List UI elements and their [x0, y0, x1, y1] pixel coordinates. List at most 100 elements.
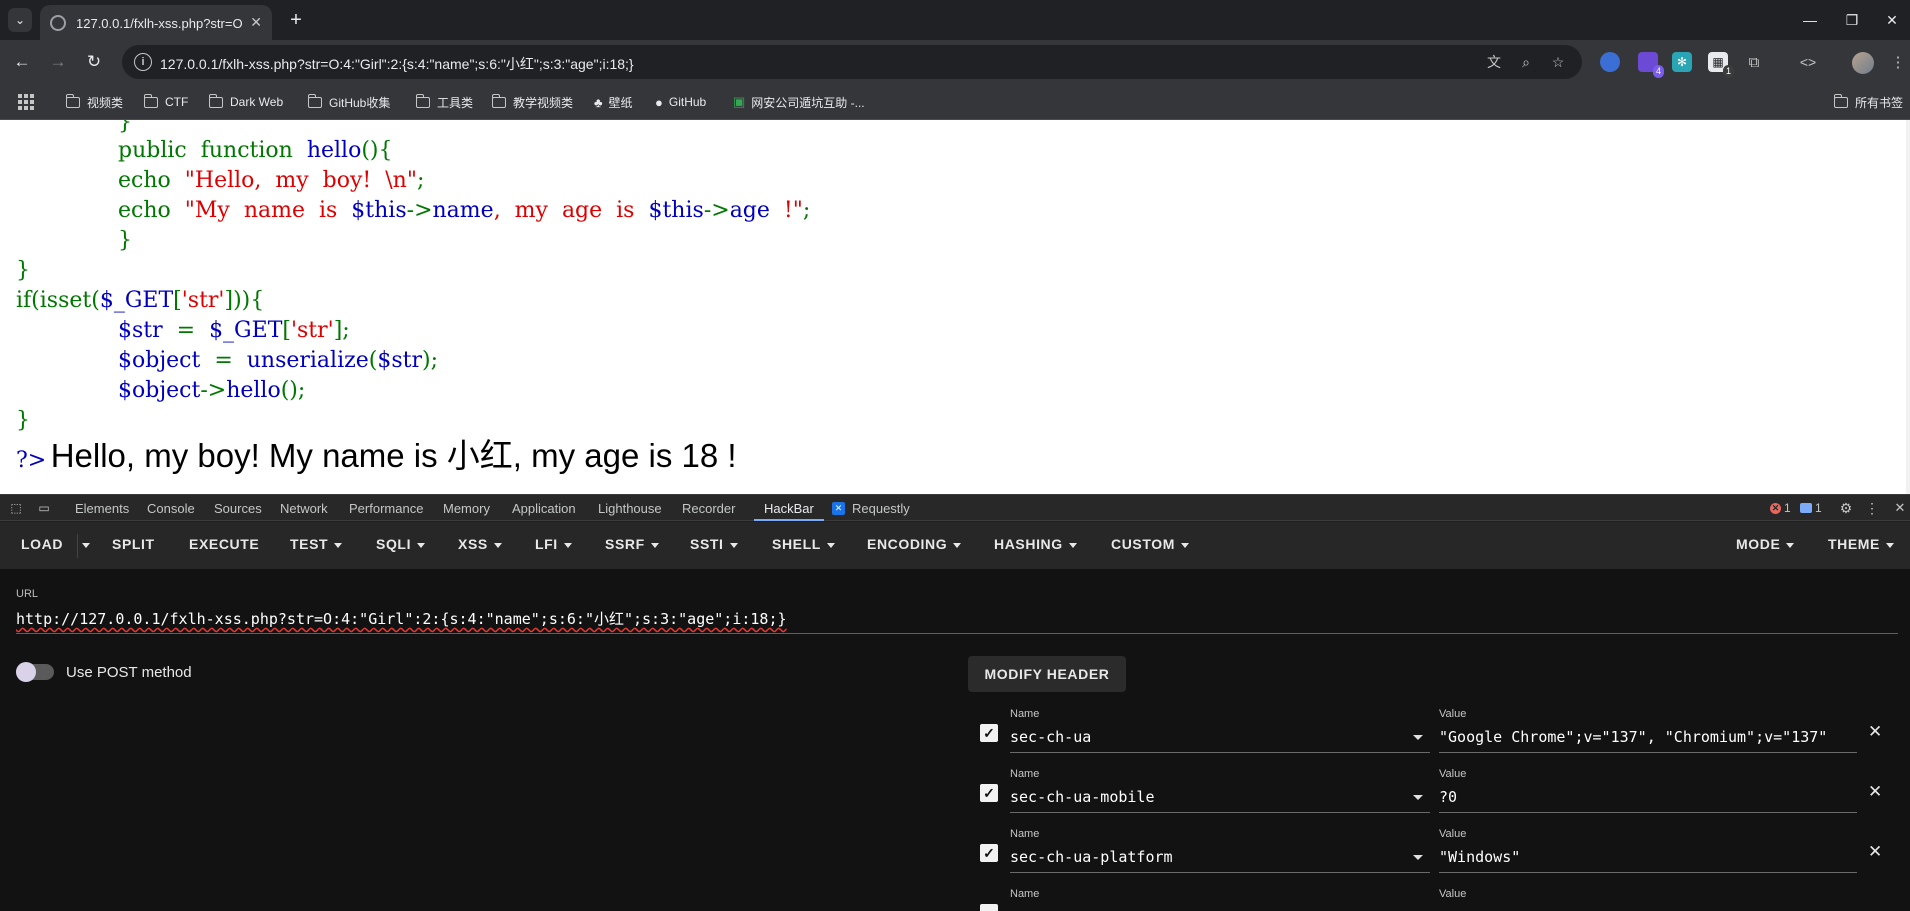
header-value-label: Value	[1439, 828, 1467, 840]
tab-requestly[interactable]: Requestly	[852, 501, 910, 516]
lfi-menu[interactable]: LFI	[535, 536, 572, 552]
header-enabled-checkbox[interactable]: ✓	[980, 844, 998, 862]
address-text[interactable]: 127.0.0.1/fxlh-xss.php?str=O:4:"Girl":2:…	[160, 54, 634, 74]
zoom-icon[interactable]: ⌕	[1516, 52, 1536, 72]
mode-menu[interactable]: MODE	[1736, 536, 1795, 552]
url-input[interactable]: http://127.0.0.1/fxlh-xss.php?str=O:4:"G…	[16, 608, 787, 629]
chevron-down-icon	[1181, 542, 1190, 548]
url-underline	[16, 633, 1898, 634]
browser-toolbar: ← → ↻ i 127.0.0.1/fxlh-xss.php?str=O:4:"…	[0, 40, 1910, 84]
remove-header-icon[interactable]: ✕	[1868, 722, 1882, 742]
hashing-menu[interactable]: HASHING	[994, 536, 1077, 552]
close-icon[interactable]: ✕	[250, 14, 262, 31]
header-name-dropdown-icon[interactable]	[1413, 735, 1423, 740]
bookmark-link[interactable]: ♣ 壁纸	[594, 93, 633, 111]
forward-arrow-icon[interactable]: →	[44, 48, 72, 76]
extension-qr-icon[interactable]: ▦ 1	[1708, 52, 1734, 78]
ssti-menu[interactable]: SSTI	[690, 536, 738, 552]
ssrf-menu[interactable]: SSRF	[605, 536, 659, 552]
address-bar[interactable]: i 127.0.0.1/fxlh-xss.php?str=O:4:"Girl":…	[122, 45, 1582, 79]
sqli-menu[interactable]: SQLI	[376, 536, 426, 552]
header-value-input[interactable]: ?0	[1439, 788, 1857, 806]
test-menu[interactable]: TEST	[290, 536, 343, 552]
shell-menu[interactable]: SHELL	[772, 536, 835, 552]
minimize-icon[interactable]: —	[1786, 0, 1834, 40]
extension-purple-icon[interactable]: 4	[1638, 52, 1664, 78]
apps-grid-icon[interactable]	[18, 94, 34, 110]
split-button[interactable]: SPLIT	[112, 536, 155, 552]
close-devtools-icon[interactable]: ✕	[1892, 500, 1908, 516]
tab-elements[interactable]: Elements	[75, 501, 129, 516]
bookmark-folder[interactable]: 工具类	[415, 93, 473, 111]
bookmark-link[interactable]: ● GitHub	[655, 93, 706, 111]
bookmark-link[interactable]: ▣ 网安公司遁坑互助 -...	[733, 93, 865, 111]
tab-search-chevron-icon[interactable]: ⌄	[8, 8, 32, 32]
bookmark-folder[interactable]: 视频类	[65, 93, 123, 111]
bookmark-folder[interactable]: CTF	[143, 93, 188, 111]
inspect-element-icon[interactable]: ⬚	[8, 500, 24, 516]
header-name-input[interactable]: sec-ch-ua	[1010, 728, 1390, 746]
tab-application[interactable]: Application	[512, 501, 576, 516]
globe-icon	[50, 14, 66, 31]
bookmark-folder[interactable]: Dark Web	[208, 93, 283, 111]
chevron-down-icon	[1886, 542, 1894, 548]
custom-menu[interactable]: CUSTOM	[1111, 536, 1190, 552]
site-info-icon[interactable]: i	[134, 53, 152, 71]
xss-menu[interactable]: XSS	[458, 536, 502, 552]
settings-gear-icon[interactable]: ⚙	[1838, 500, 1854, 516]
theme-menu[interactable]: THEME	[1828, 536, 1894, 552]
header-enabled-checkbox[interactable]: ✓	[980, 784, 998, 802]
header-enabled-checkbox[interactable]	[980, 904, 998, 911]
extension-gear-icon[interactable]: ✻	[1672, 52, 1692, 72]
header-value-input[interactable]: "Google Chrome";v="137", "Chromium";v="1…	[1439, 728, 1857, 746]
globe-extension-icon[interactable]	[1600, 52, 1620, 72]
tab-recorder[interactable]: Recorder	[682, 501, 735, 516]
tab-network[interactable]: Network	[280, 501, 328, 516]
header-value-underline	[1439, 872, 1857, 873]
header-enabled-checkbox[interactable]: ✓	[980, 724, 998, 742]
translate-icon[interactable]: 文	[1484, 52, 1504, 72]
header-value-input[interactable]: "Windows"	[1439, 848, 1857, 866]
bookmarks-bar: 视频类 CTF Dark Web GitHub收集 工具类 教学视频类 ♣ 壁纸 …	[0, 84, 1910, 120]
modify-header-button[interactable]: MODIFY HEADER	[968, 656, 1126, 692]
device-toggle-icon[interactable]: ▭	[36, 500, 52, 516]
bookmark-star-icon[interactable]: ☆	[1548, 52, 1568, 72]
more-options-icon[interactable]: ⋮	[1864, 500, 1880, 516]
bookmark-folder[interactable]: GitHub收集	[307, 93, 390, 111]
load-dropdown-icon[interactable]	[82, 536, 90, 552]
code-line: $object = unserialize($str);	[118, 348, 438, 373]
all-bookmarks[interactable]: 所有书签	[1833, 93, 1903, 111]
header-name-input[interactable]: sec-ch-ua-platform	[1010, 848, 1390, 866]
browser-tab[interactable]: 127.0.0.1/fxlh-xss.php?str=O:4:"Girl":2:…	[40, 5, 272, 40]
toggle-knob[interactable]	[16, 662, 36, 682]
profile-avatar[interactable]	[1852, 52, 1874, 74]
code-line: if(isset($_GET['str'])){	[16, 288, 265, 313]
extensions-puzzle-icon[interactable]: ⧉	[1744, 52, 1764, 72]
header-name-dropdown-icon[interactable]	[1413, 855, 1423, 860]
load-button[interactable]: LOAD	[21, 536, 63, 552]
message-icon	[1800, 503, 1812, 513]
reload-icon[interactable]: ↻	[80, 48, 108, 76]
error-counter[interactable]: ✕ 1	[1770, 501, 1791, 515]
tab-console[interactable]: Console	[147, 501, 195, 516]
message-counter[interactable]: 1	[1800, 501, 1822, 515]
tab-hackbar[interactable]: HackBar	[764, 501, 814, 516]
back-arrow-icon[interactable]: ←	[8, 48, 36, 76]
tab-performance[interactable]: Performance	[349, 501, 423, 516]
remove-header-icon[interactable]: ✕	[1868, 842, 1882, 862]
remove-header-icon[interactable]: ✕	[1868, 782, 1882, 802]
tab-lighthouse[interactable]: Lighthouse	[598, 501, 662, 516]
menu-divider	[77, 534, 78, 558]
menu-dots-icon[interactable]: ⋮	[1888, 52, 1908, 72]
encoding-menu[interactable]: ENCODING	[867, 536, 962, 552]
devtools-code-icon[interactable]: <>	[1798, 52, 1818, 72]
new-tab-plus-icon[interactable]: +	[282, 6, 310, 34]
header-name-dropdown-icon[interactable]	[1413, 795, 1423, 800]
execute-button[interactable]: EXECUTE	[189, 536, 259, 552]
tab-sources[interactable]: Sources	[214, 501, 262, 516]
page-scrollbar[interactable]	[1906, 120, 1910, 494]
bookmark-folder[interactable]: 教学视频类	[491, 93, 573, 111]
tab-memory[interactable]: Memory	[443, 501, 490, 516]
header-name-input[interactable]: sec-ch-ua-mobile	[1010, 788, 1390, 806]
window-close-icon[interactable]: ✕	[1868, 0, 1910, 40]
